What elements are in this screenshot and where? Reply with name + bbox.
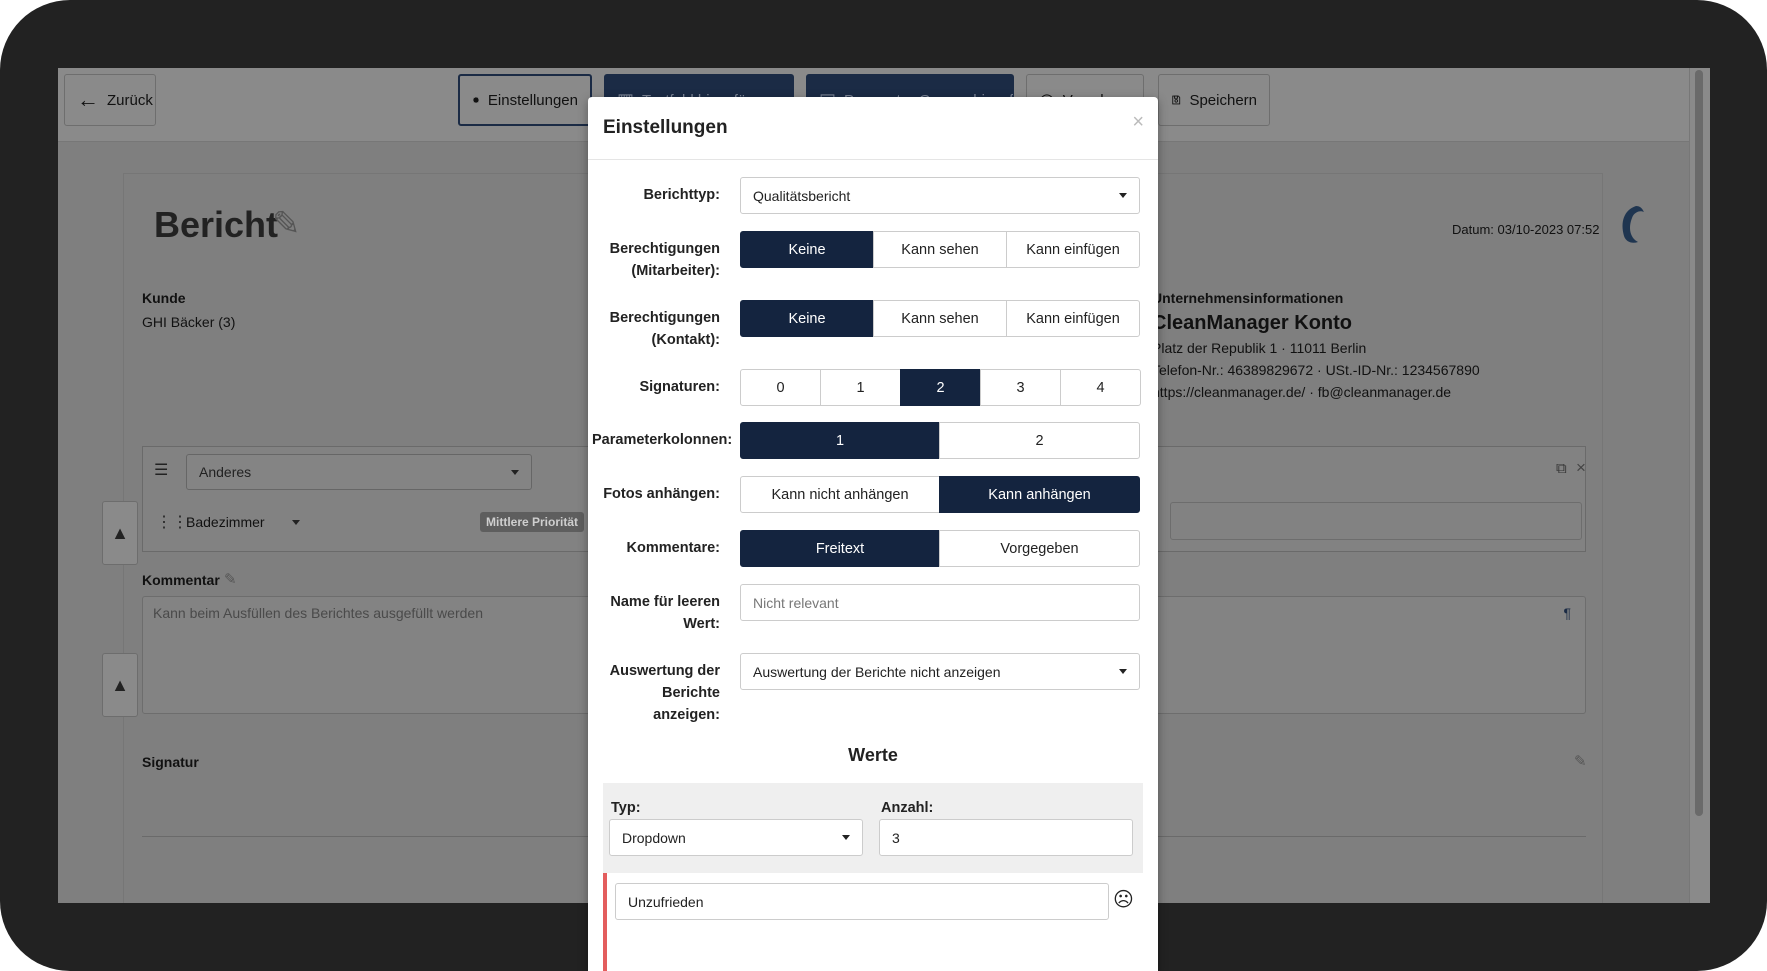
priority-badge: Mittlere Priorität [480,512,585,532]
perm-employee-none[interactable]: Keine [740,231,874,268]
param-columns-group: 1 2 [740,422,1140,459]
werte-box: Typ: Dropdown Anzahl: 3 [603,783,1143,873]
berichttyp-select[interactable]: Qualitätsbericht [740,177,1140,214]
company-address: Platz der Republik 1 · 11011 Berlin [1152,340,1367,356]
comments-label: Kommentare: [626,540,720,556]
signatures-option-4[interactable]: 4 [1060,369,1141,406]
sort-icon: ▲ [111,674,129,695]
perm-employee-group: Keine Kann sehen Kann einfügen [740,231,1140,268]
signatures-label: Signaturen: [639,379,720,395]
typ-label: Typ: [611,800,641,816]
company-web: https://cleanmanager.de/ · fb@cleanmanag… [1152,384,1452,400]
pencil-icon[interactable]: ✎ [1574,752,1587,770]
comments-freetext[interactable]: Freitext [740,530,940,567]
typ-select[interactable]: Dropdown [609,819,863,856]
sort-icon: ▲ [111,522,129,543]
scrollbar[interactable] [1689,68,1710,903]
anzahl-label: Anzahl: [881,800,934,816]
close-button[interactable]: × [1132,111,1144,134]
value-row: Unzufrieden ☹ [603,873,1143,971]
photos-cannot-attach[interactable]: Kann nicht anhängen [740,476,940,513]
evaluation-select[interactable]: Auswertung der Berichte nicht anzeigen [740,653,1140,690]
item-field[interactable] [1170,502,1582,540]
param-columns-label: Parameterkolonnen: [592,432,733,448]
settings-modal: Einstellungen × Berichttyp: Qualitätsber… [588,97,1158,971]
company-tax: Telefon-Nr.: 46389829672 · USt.-ID-Nr.: … [1152,362,1480,378]
empty-name-label: Name für leeren Wert: [610,594,720,632]
customer-label: Kunde [142,290,186,306]
save-button[interactable]: Speichern [1158,74,1270,126]
paragraph-icon[interactable]: ¶ [1563,605,1571,621]
chevron-down-icon [511,469,519,475]
floppy-disk-icon [1172,95,1181,105]
werte-title: Werte [848,745,898,765]
chevron-down-icon [292,520,300,525]
device-frame: ← Zurück Einstellungen ▦ Textfeld hinzuf… [0,0,1767,971]
perm-contact-none[interactable]: Keine [740,300,874,337]
empty-name-input[interactable]: Nicht relevant [740,584,1140,621]
pencil-icon[interactable]: ✎ [224,570,237,588]
sort-handle[interactable]: ▲ [102,653,138,717]
section-select[interactable]: Anderes [186,454,532,490]
modal-title: Einstellungen [603,117,728,138]
signature-label: Signatur [142,754,199,770]
settings-button[interactable]: Einstellungen [458,74,592,126]
sort-handle[interactable]: ▲ [102,501,138,565]
back-button[interactable]: ← Zurück [64,74,156,126]
perm-employee-see[interactable]: Kann sehen [873,231,1007,268]
perm-employee-label: Berechtigungen (Mitarbeiter): [609,241,720,279]
chevron-down-icon [842,835,850,840]
page-title: Bericht [154,204,279,245]
company-info-label: Unternehmensinformationen [1152,290,1344,306]
report-date: Datum: 03/10-2023 07:52 [1452,222,1600,237]
perm-employee-insert[interactable]: Kann einfügen [1006,231,1140,268]
modal-header: Einstellungen × [588,97,1158,160]
bird-logo-icon [1616,204,1646,246]
perm-contact-group: Keine Kann sehen Kann einfügen [740,300,1140,337]
param-columns-option-1[interactable]: 1 [740,422,940,459]
comment-label: Kommentar [142,572,220,588]
signatures-group: 0 1 2 3 4 [740,369,1141,406]
evaluation-label: Auswertung der Berichte anzeigen: [609,663,720,723]
photos-label: Fotos anhängen: [603,486,720,502]
drag-handle-icon[interactable]: ⋮⋮ [156,512,188,532]
perm-contact-see[interactable]: Kann sehen [873,300,1007,337]
signatures-option-2[interactable]: 2 [900,369,981,406]
comments-predefined[interactable]: Vorgegeben [939,530,1140,567]
photos-group: Kann nicht anhängen Kann anhängen [740,476,1140,513]
gear-icon [472,97,479,104]
sad-face-icon[interactable]: ☹ [1113,887,1134,912]
close-icon[interactable]: × [1576,458,1586,478]
value-input[interactable]: Unzufrieden [615,883,1109,920]
chevron-down-icon [1119,669,1127,674]
signatures-option-3[interactable]: 3 [980,369,1061,406]
photos-can-attach[interactable]: Kann anhängen [939,476,1140,513]
company-name: CleanManager Konto [1152,312,1353,334]
menu-icon[interactable]: ☰ [154,460,168,480]
pencil-icon[interactable]: ✎ [272,204,301,244]
signatures-option-1[interactable]: 1 [820,369,901,406]
customer-value: GHI Bäcker (3) [142,314,236,330]
copy-icon[interactable]: ⧉ [1556,460,1567,477]
item-select[interactable]: Badezimmer [186,514,265,530]
anzahl-input[interactable]: 3 [879,819,1133,856]
arrow-left-icon: ← [77,87,99,112]
signatures-option-0[interactable]: 0 [740,369,821,406]
berichttyp-label: Berichttyp: [643,187,720,203]
perm-contact-insert[interactable]: Kann einfügen [1006,300,1140,337]
perm-contact-label: Berechtigungen (Kontakt): [609,310,720,348]
chevron-down-icon [1119,193,1127,198]
scrollbar-thumb[interactable] [1695,70,1703,816]
comments-group: Freitext Vorgegeben [740,530,1140,567]
param-columns-option-2[interactable]: 2 [939,422,1140,459]
